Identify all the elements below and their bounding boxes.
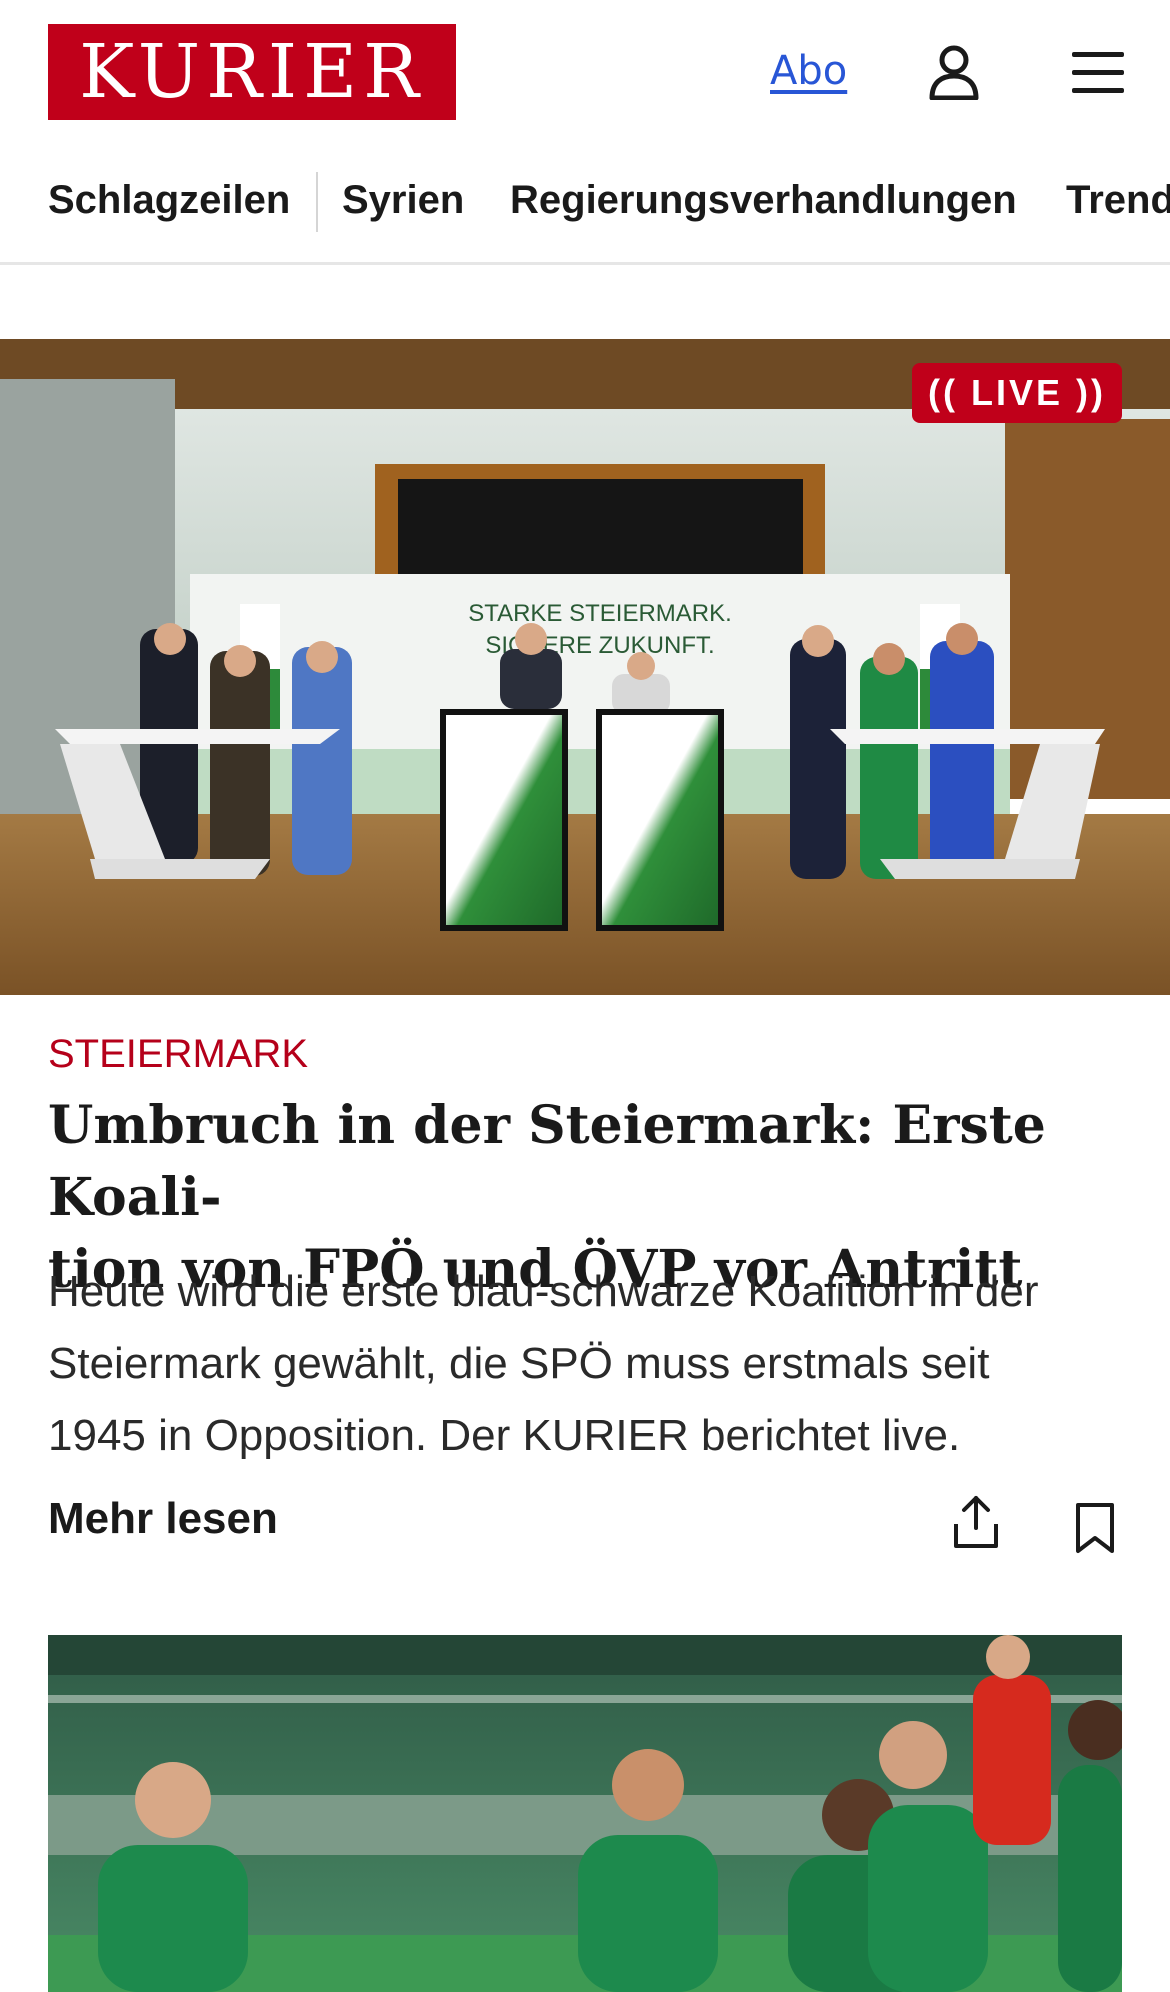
abo-link[interactable]: Abo [770, 48, 847, 94]
headline-line-1: Umbruch in der Steiermark: Erste Koali- [48, 1095, 1046, 1228]
kurier-logo[interactable]: KURIER [48, 24, 456, 120]
nav-item-syrien[interactable]: Syrien [342, 178, 464, 223]
live-left-waves-icon: (( [927, 372, 958, 413]
article-kicker[interactable]: STEIERMARK [48, 1032, 308, 1077]
live-right-waves-icon: )) [1076, 372, 1106, 413]
teaser-line-2: Steiermark gewählt, die SPÖ muss erstmal… [48, 1339, 990, 1388]
header: KURIER Abo [0, 0, 1170, 145]
nav-item-trend[interactable]: Trend [1066, 178, 1170, 223]
share-icon[interactable] [952, 1494, 1000, 1550]
user-icon[interactable] [928, 44, 980, 100]
live-badge: (( LIVE )) [912, 363, 1122, 423]
bookmark-icon[interactable] [1074, 1502, 1116, 1554]
nav-item-schlagzeilen[interactable]: Schlagzeilen [48, 178, 290, 223]
backdrop-slogan-line1: STARKE STEIERMARK. [468, 600, 732, 627]
nav-item-regierungsverhandlungen[interactable]: Regierungsverhandlungen [510, 178, 1017, 223]
topic-nav: Schlagzeilen Syrien Regierungsverhandlun… [0, 150, 1170, 265]
teaser-line-3: 1945 in Opposition. Der KURIER berichtet… [48, 1411, 961, 1460]
nav-divider [316, 172, 318, 232]
read-more-link[interactable]: Mehr lesen [48, 1494, 278, 1544]
hamburger-menu-icon[interactable] [1070, 50, 1126, 94]
teaser-line-1: Heute wird die erste blau-schwarze Koali… [48, 1267, 1039, 1316]
second-article-image[interactable] [48, 1635, 1122, 1992]
live-label: LIVE [970, 372, 1063, 413]
article-teaser: Heute wird die erste blau-schwarze Koali… [48, 1256, 1138, 1472]
hero-image[interactable]: STARKE STEIERMARK. SICHERE ZUKUNFT. [0, 339, 1170, 995]
